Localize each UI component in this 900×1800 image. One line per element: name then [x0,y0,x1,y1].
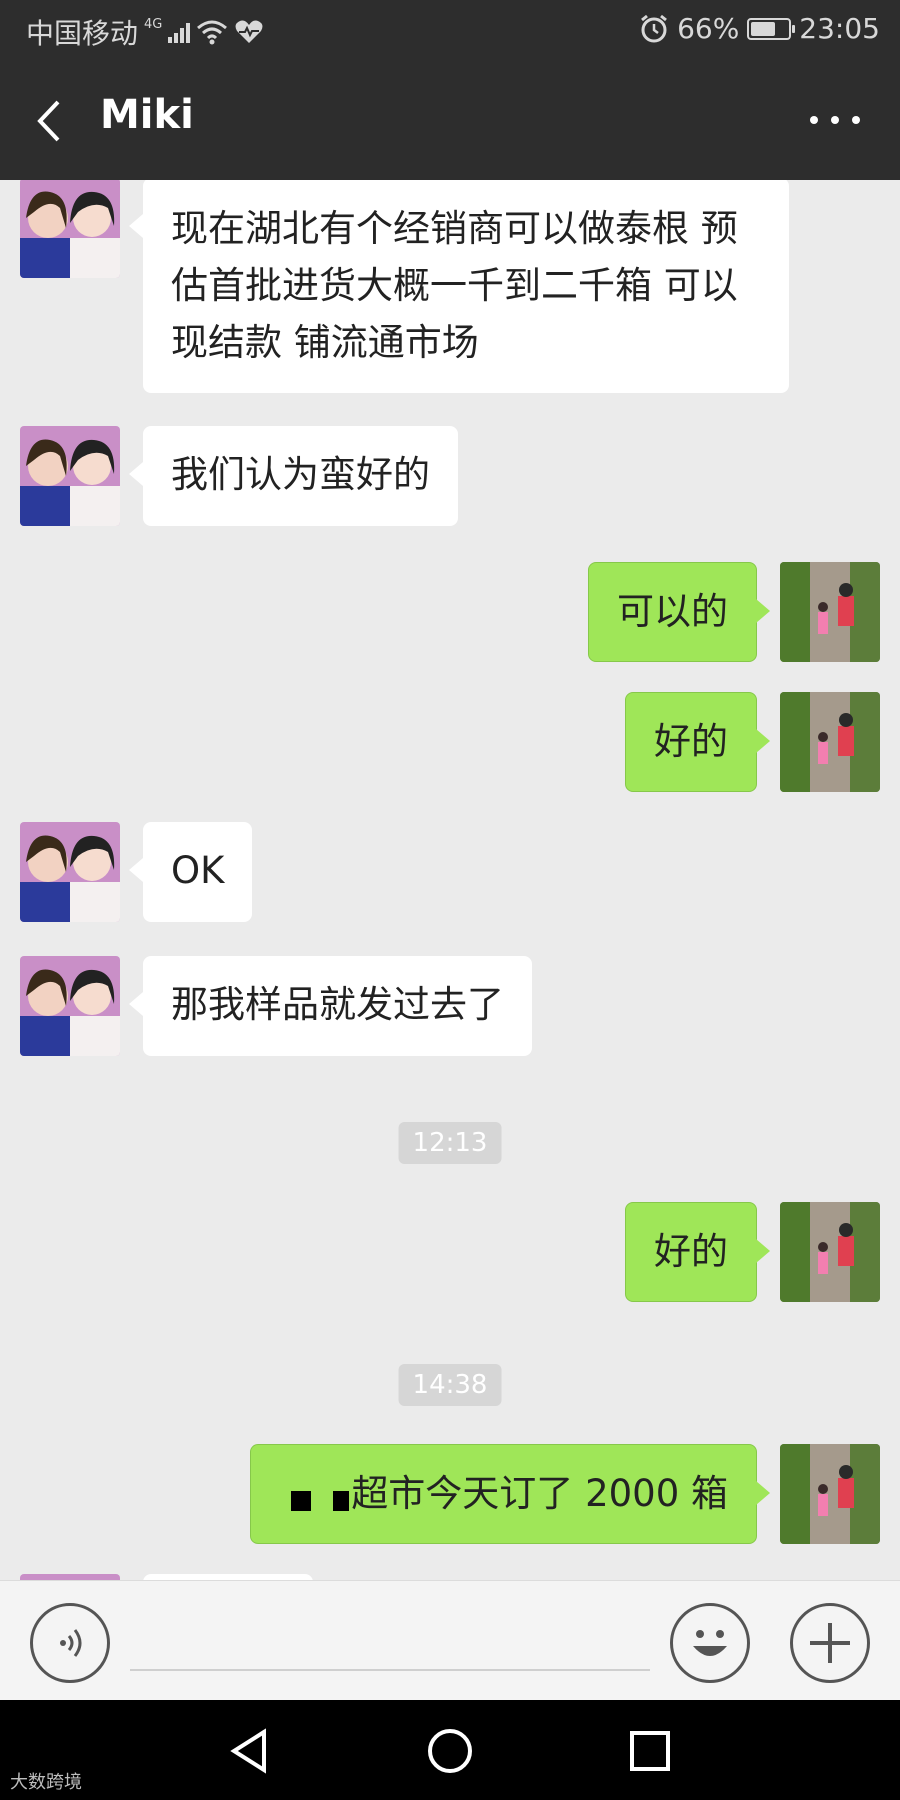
emoji-button[interactable] [670,1603,750,1683]
nav-recents-button[interactable] [625,1726,675,1776]
message-input[interactable] [130,1601,650,1671]
redacted-mark [333,1491,350,1511]
message-bubble-incoming[interactable]: 现在湖北有个经销商可以做泰根 预估首批进货大概一千到二千箱 可以现结款 铺流通市… [129,180,789,393]
message-list[interactable]: 现在湖北有个经销商可以做泰根 预估首批进货大概一千到二千箱 可以现结款 铺流通市… [0,180,900,1580]
message-bubble-outgoing[interactable]: 可以的 [588,562,770,662]
circle-home-icon [428,1729,472,1773]
battery-percent: 66% [677,12,740,45]
contact-avatar[interactable] [20,180,120,278]
message-bubble-outgoing[interactable]: 好的 [625,692,770,792]
carrier-name: 中国移动 [26,17,139,50]
square-recents-icon [630,1731,670,1771]
redacted-mark [291,1491,312,1511]
message-bubble-outgoing[interactable]: 好的 [625,1202,770,1302]
alarm-icon [641,14,667,42]
system-nav-bar: 大数跨境 [0,1700,900,1800]
triangle-back-icon [230,1728,266,1774]
clock: 23:05 [799,12,880,45]
contact-avatar[interactable] [20,426,120,526]
message-bubble-incoming[interactable]: 那我样品就发过去了 [129,956,532,1056]
network-type: 4G [144,16,163,32]
self-avatar[interactable] [780,692,880,792]
self-avatar[interactable] [780,1202,880,1302]
self-avatar[interactable] [780,562,880,662]
more-dot-icon [810,116,818,124]
contact-avatar[interactable] [20,956,120,1056]
message-bubble-incoming[interactable]: 我们认为蛮好的 [129,426,458,526]
wifi-icon [197,20,228,45]
message-bubble-outgoing[interactable]: 超市今天订了 2000 箱 [250,1444,770,1544]
health-heart-icon [235,20,263,43]
back-button[interactable] [30,96,70,146]
smile-icon [693,1630,727,1656]
chevron-left-icon [37,100,60,142]
message-bubble-incoming[interactable]: OK [128,822,253,922]
timestamp-divider: 14:38 [398,1364,502,1406]
battery-icon [747,17,796,40]
nav-home-button[interactable] [425,1726,475,1776]
message-text: 超市今天订了 2000 箱 [351,1472,728,1515]
signal-icon [168,21,191,43]
plus-icon [810,1623,850,1663]
more-dot-icon [831,116,839,124]
self-avatar[interactable] [780,1444,880,1544]
voice-input-button[interactable] [30,1603,110,1683]
contact-avatar[interactable] [20,822,120,922]
chat-input-bar [0,1580,900,1700]
chat-header: Miki [0,60,900,180]
voice-wave-icon [60,1629,82,1657]
timestamp-divider: 12:13 [398,1122,502,1164]
chat-title: Miki [100,92,194,138]
more-features-button[interactable] [790,1603,870,1683]
more-options-button[interactable] [810,110,860,130]
more-dot-icon [852,116,860,124]
watermark: 大数跨境 [10,1772,82,1793]
nav-back-button[interactable] [226,1726,276,1776]
status-bar: 中国移动 4G 66% 23:05 [0,0,900,60]
